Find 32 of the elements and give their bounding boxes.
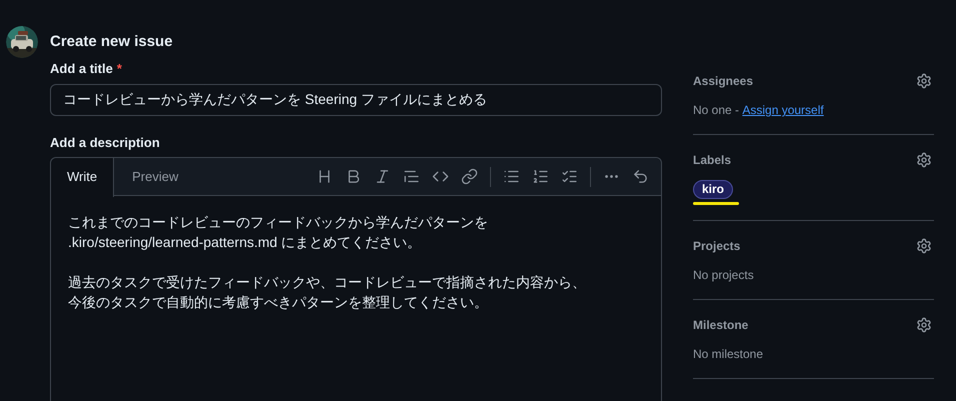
description-text: これまでのコードレビューのフィードバックから学んだパターンを xyxy=(68,213,489,232)
description-label: Add a description xyxy=(50,135,161,151)
title-label: Add a title xyxy=(50,61,113,77)
editor-tab[interactable]: Preview xyxy=(114,158,196,196)
settings-icon[interactable] xyxy=(916,73,932,89)
numbered-list-icon[interactable] xyxy=(532,168,549,185)
settings-icon[interactable] xyxy=(916,317,932,333)
required-mark: * xyxy=(116,61,122,77)
editor-tab[interactable]: Write xyxy=(51,158,114,196)
description-text: .kiro/steering/learned-patterns.md にまとめてください。 xyxy=(68,233,422,252)
undo-icon[interactable] xyxy=(632,168,649,185)
assign-yourself-link[interactable]: Assign yourself xyxy=(742,101,824,119)
assignee-text: No one - xyxy=(693,102,740,119)
title-field[interactable]: コードレビューから学んだパターンを Steering ファイルにまとめる xyxy=(50,84,662,116)
italic-icon[interactable] xyxy=(374,168,391,185)
description-field[interactable]: これまでのコードレビューのフィードバックから学んだパターンを .kiro/steering/learned-patterns.md にまとめてください。 過去のタスクで受けたフィードバックや、コードレビューで指摘された内容から、 今後のタスクで自動的に考慮すべきパターンを整理してください。 xyxy=(51,196,661,401)
bullet-list-icon[interactable] xyxy=(503,168,520,185)
link-icon[interactable] xyxy=(461,168,478,185)
page-title: Create new issue xyxy=(50,33,174,51)
description-text: 過去のタスクで受けたフィードバックや、コードレビューで指摘された内容から、 xyxy=(68,273,587,292)
section-title: Assignees xyxy=(693,73,754,90)
section-title: Projects xyxy=(693,238,740,255)
section-value: No projects xyxy=(693,267,755,284)
section-title: Labels xyxy=(693,152,732,169)
label-tag[interactable]: kiro xyxy=(693,180,734,199)
quote-icon[interactable] xyxy=(403,168,420,185)
settings-icon[interactable] xyxy=(916,238,932,254)
task-list-icon[interactable] xyxy=(561,168,578,185)
description-text: 今後のタスクで自動的に考慮すべきパターンを整理してください。 xyxy=(68,293,489,312)
section-title: Milestone xyxy=(693,317,748,334)
section-value: No milestone xyxy=(693,346,764,363)
settings-icon[interactable] xyxy=(916,152,932,168)
